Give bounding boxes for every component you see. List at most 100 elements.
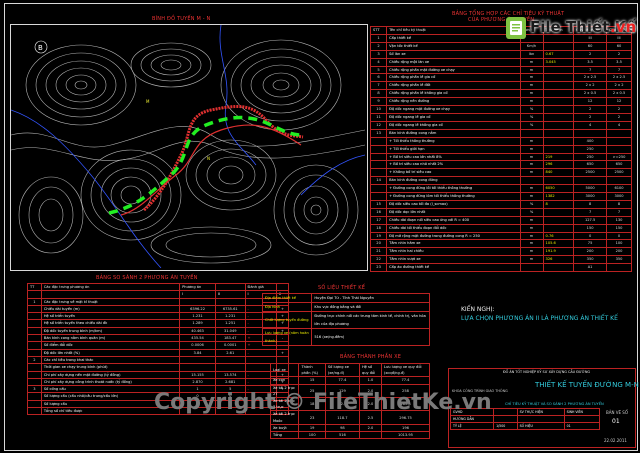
table-cell: + Đường cong đứng lồi tối thiểu thông th… [386, 184, 521, 194]
table-cell: 1.231 [179, 312, 216, 321]
compare-row: Độ dốc tuyến trung bình (m/km) 40.463 31.0… [27, 326, 289, 336]
summary-row: 14 Bán kính đường cong đứng [369, 176, 632, 186]
table-cell: % [519, 199, 544, 209]
header-cell [27, 290, 42, 299]
compare-row: Chiều dài tuyến (m) 6396.22 6735.61- + [27, 304, 289, 314]
table-cell [606, 136, 632, 146]
traffic-row: Địa điểm thiết kế Huyện Đại Từ - Tỉnh Thá… [261, 293, 430, 303]
table-cell: 0 [606, 231, 632, 241]
table-cell: 10 [369, 105, 388, 114]
summary-row: + Bố trí siêu cao lớn nhất 8% m 219 250 >=25… [369, 152, 632, 162]
table-cell: 350 [606, 255, 632, 265]
table-cell: Cấp thiết kế [386, 33, 521, 43]
table-cell [542, 89, 575, 99]
table-cell [369, 192, 388, 201]
header-cell: II [214, 290, 246, 299]
table-cell: 250 [573, 144, 608, 154]
table-cell: + Tối thiểu thông thường [386, 136, 521, 146]
table-cell: A1 [573, 263, 608, 273]
summary-row: + Bố trí siêu cao nhỏ nhất 2% m 296 650 650 [369, 160, 632, 170]
table-cell: m [519, 81, 544, 91]
conclusion-text: LỰA CHỌN PHƯƠNG ÁN II LÀ PHƯƠNG ÁN THIẾT… [461, 315, 618, 322]
table-cell [27, 363, 42, 372]
composition-table-title: BẢNG THÀNH PHẦN XE [340, 354, 402, 360]
table-cell: 150 [606, 223, 632, 233]
composition-row: Tổng 100 516 1013.95 [269, 431, 431, 440]
table-cell [542, 207, 575, 217]
summary-row: 16 Độ dốc dọc lớn nhất% 7 7 [369, 207, 632, 217]
header-cell: Lưu lượng xe quy đổi (xcqđ/ng.đ) [380, 362, 431, 378]
table-cell: Chiều rộng phần lề gia cố [386, 73, 521, 83]
table-cell: 2.0 [358, 423, 382, 433]
header-cell: I [179, 290, 216, 299]
table-cell: 2 [369, 41, 388, 51]
table-cell: 2.61 [214, 348, 246, 357]
header-cell [214, 282, 246, 292]
table-cell: 196 [380, 423, 431, 433]
table-cell: 183.47 [214, 334, 246, 343]
header-cell: Phương án [179, 282, 216, 292]
table-cell: Các chỉ tiêu trong khai thác [40, 355, 181, 365]
table-cell: 7 [606, 207, 632, 217]
summary-row: 21 Tầm nhìn hai chiều m 191.9 200 200 [369, 247, 632, 257]
table-cell: 840 [542, 168, 575, 178]
table-cell: + Không bố trí siêu cao [386, 168, 521, 178]
header-cell [40, 290, 181, 299]
traffic-row: Địa hình Khu vực đồng bằng và đồi [261, 302, 430, 312]
table-cell [179, 355, 216, 365]
table-cell: 19 [298, 423, 326, 433]
summary-row: 15 Độ dốc siêu cao tối đa (I_scmax)% 8 8 8 [369, 199, 632, 209]
table-cell: Độ dốc ngang mặt đường xe chạy [386, 105, 521, 114]
compare-row: Hệ số triển tuyến 1.231 1.231- + [27, 312, 289, 321]
table-cell: + [276, 348, 289, 357]
table-cell: 7 [573, 207, 608, 217]
table-cell: 3 [369, 49, 388, 59]
table-cell: Số làn xe [386, 49, 521, 59]
table-cell: 12 [606, 97, 632, 107]
header-cell: STT [369, 26, 388, 35]
compare-row: Hệ số triển tuyến theo chiều dài đk 1.289… [27, 319, 289, 328]
table-cell: % [519, 112, 544, 122]
table-cell: 21 [369, 247, 388, 257]
table-cell [369, 160, 388, 170]
table-cell: Chiều dài đoạn nối siêu cao ứng với R = … [386, 215, 521, 225]
table-cell: 1013.95 [380, 431, 431, 440]
table-cell: m [519, 65, 544, 75]
summary-row: 13 Bán kính đường cong nằm [369, 128, 632, 138]
table-cell: Xe buýt [269, 423, 300, 433]
table-cell: 105.6 [542, 239, 575, 249]
header-cell: Đánh giá [244, 282, 278, 292]
table-cell: 1.0 [358, 376, 382, 385]
table-cell [519, 128, 544, 138]
table-cell: 15.155 [179, 370, 216, 379]
table-cell: 250 [573, 152, 608, 162]
table-cell: 0.76 [542, 231, 575, 241]
table-cell: 0.67 [542, 49, 575, 59]
summary-row: 22 Tầm nhìn vượt xe m 326 350 350 [369, 255, 632, 265]
table-cell: 650 [606, 160, 632, 170]
table-cell: % [519, 207, 544, 217]
topographic-map[interactable]: M N B [11, 25, 365, 268]
table-cell: 7 [573, 65, 608, 75]
table-cell: 130 [606, 215, 632, 225]
table-cell [27, 348, 42, 357]
table-cell [369, 144, 388, 154]
traffic-table-title: SỐ LIỆU THIẾT KẾ [318, 285, 366, 291]
header-cell: Tên chỉ tiêu kỹ thuật [386, 26, 521, 35]
summary-row: 7 Chiều rộng phần lề đất m 2 x 22 x 2 [369, 81, 632, 91]
table-cell: Cấp áo đường thiết kế [386, 263, 521, 273]
table-cell: Tầm nhìn hai chiều [386, 247, 521, 257]
table-cell: m [519, 97, 544, 107]
table-cell: 2 [573, 49, 608, 59]
table-cell: 2.870 [179, 377, 216, 387]
table-cell: SINH VIÊN [563, 408, 601, 416]
table-cell: Độ dốc ngang lề không gia cố [386, 120, 521, 130]
table-cell: 296 [542, 160, 575, 170]
table-cell: Hệ số triển tuyến theo chiều dài đk [40, 319, 181, 328]
compare-row: Bán kính cong nằm bình quân (m) 435.54 183… [27, 334, 289, 343]
summary-row: 19 Độ mở rộng mặt đường trong đường cong … [369, 231, 632, 241]
table-cell [542, 73, 575, 83]
table-cell [214, 297, 246, 306]
table-cell: 3000 [606, 192, 632, 201]
conclusion-heading: KIẾN NGHỊ: [461, 306, 495, 313]
